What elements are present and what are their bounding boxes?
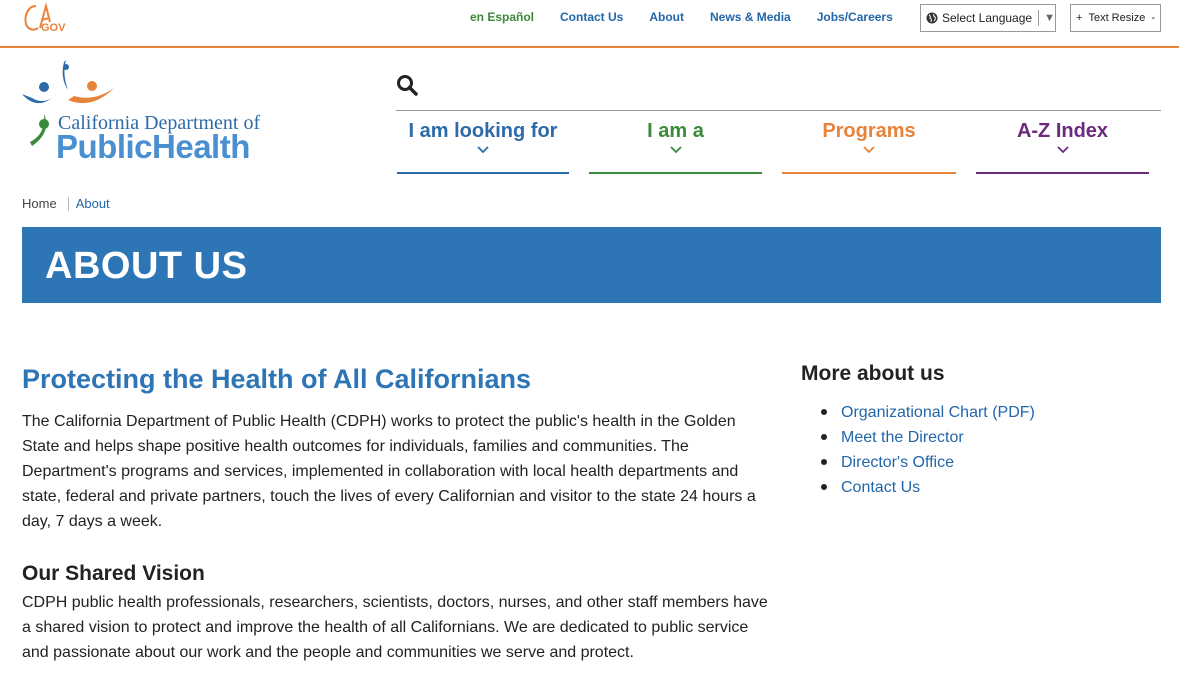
about-link[interactable]: About bbox=[649, 10, 684, 24]
nav-label: Programs bbox=[822, 120, 916, 142]
page-banner: ABOUT US bbox=[22, 227, 1161, 303]
list-item: Organizational Chart (PDF) bbox=[801, 400, 1161, 425]
nav-i-am-a[interactable]: I am a bbox=[589, 116, 762, 174]
directors-office-link[interactable]: Director's Office bbox=[841, 454, 954, 471]
svg-text:GOV: GOV bbox=[41, 22, 66, 34]
text-resize-label: Text Resize bbox=[1088, 12, 1146, 24]
sidebar-contact-us-link[interactable]: Contact Us bbox=[841, 479, 920, 496]
breadcrumb-home-link[interactable]: Home bbox=[22, 196, 57, 211]
language-select-label: Select Language bbox=[942, 11, 1033, 25]
utility-bar: GOV en Español Contact Us About News & M… bbox=[0, 0, 1179, 48]
main-heading: Protecting the Health of All Californian… bbox=[22, 364, 532, 394]
sidebar: More about us Organizational Chart (PDF)… bbox=[801, 362, 1161, 500]
text-resize-control[interactable]: + Text Resize - bbox=[1070, 4, 1161, 32]
search-icon bbox=[397, 75, 418, 96]
chevron-down-icon bbox=[1056, 146, 1069, 154]
vision-paragraph: CDPH public health professionals, resear… bbox=[22, 594, 768, 661]
nav-label: A-Z Index bbox=[1016, 120, 1109, 142]
logo-text-line2: PublicHealth bbox=[56, 128, 250, 165]
org-chart-link[interactable]: Organizational Chart (PDF) bbox=[841, 404, 1035, 421]
espanol-link[interactable]: en Español bbox=[470, 10, 534, 24]
main-content: Protecting the Health of All Californian… bbox=[22, 364, 774, 665]
jobs-careers-link[interactable]: Jobs/Careers bbox=[817, 10, 893, 24]
page-title: ABOUT US bbox=[45, 245, 248, 287]
nav-label: I am looking for bbox=[408, 120, 558, 142]
globe-icon bbox=[926, 12, 938, 24]
language-select[interactable]: Select Language ▼ bbox=[920, 4, 1056, 32]
search-button[interactable] bbox=[396, 74, 420, 98]
breadcrumb-separator bbox=[67, 196, 69, 211]
contact-us-link[interactable]: Contact Us bbox=[560, 10, 623, 24]
meet-director-link[interactable]: Meet the Director bbox=[841, 429, 964, 446]
text-increase-icon[interactable]: + bbox=[1076, 12, 1082, 24]
nav-a-z-index[interactable]: A-Z Index bbox=[976, 116, 1149, 174]
divider bbox=[1038, 10, 1040, 26]
vision-heading: Our Shared Vision bbox=[22, 562, 205, 585]
cagov-logo[interactable]: GOV bbox=[22, 2, 72, 36]
nav-i-am-looking-for[interactable]: I am looking for bbox=[397, 116, 569, 174]
utility-links: en Español Contact Us About News & Media… bbox=[470, 10, 919, 24]
dropdown-arrow-icon: ▼ bbox=[1044, 12, 1055, 24]
sidebar-links: Organizational Chart (PDF) Meet the Dire… bbox=[801, 400, 1161, 500]
search-divider bbox=[396, 110, 1161, 111]
list-item: Meet the Director bbox=[801, 425, 1161, 450]
cdph-logo[interactable]: California Department of PublicHealth bbox=[22, 58, 292, 168]
list-item: Contact Us bbox=[801, 475, 1161, 500]
breadcrumb-current-link[interactable]: About bbox=[76, 196, 110, 211]
breadcrumb: Home About bbox=[22, 196, 110, 211]
text-decrease-icon[interactable]: - bbox=[1151, 12, 1155, 24]
main-navigation: I am looking for I am a Programs A-Z Ind… bbox=[397, 116, 1157, 176]
chevron-down-icon bbox=[477, 146, 489, 154]
chevron-down-icon bbox=[669, 146, 682, 154]
list-item: Director's Office bbox=[801, 450, 1161, 475]
chevron-down-icon bbox=[863, 146, 875, 154]
sidebar-heading: More about us bbox=[801, 362, 945, 385]
intro-paragraph: The California Department of Public Heal… bbox=[22, 413, 756, 530]
nav-programs[interactable]: Programs bbox=[782, 116, 956, 174]
nav-label: I am a bbox=[647, 120, 704, 142]
news-media-link[interactable]: News & Media bbox=[710, 10, 791, 24]
